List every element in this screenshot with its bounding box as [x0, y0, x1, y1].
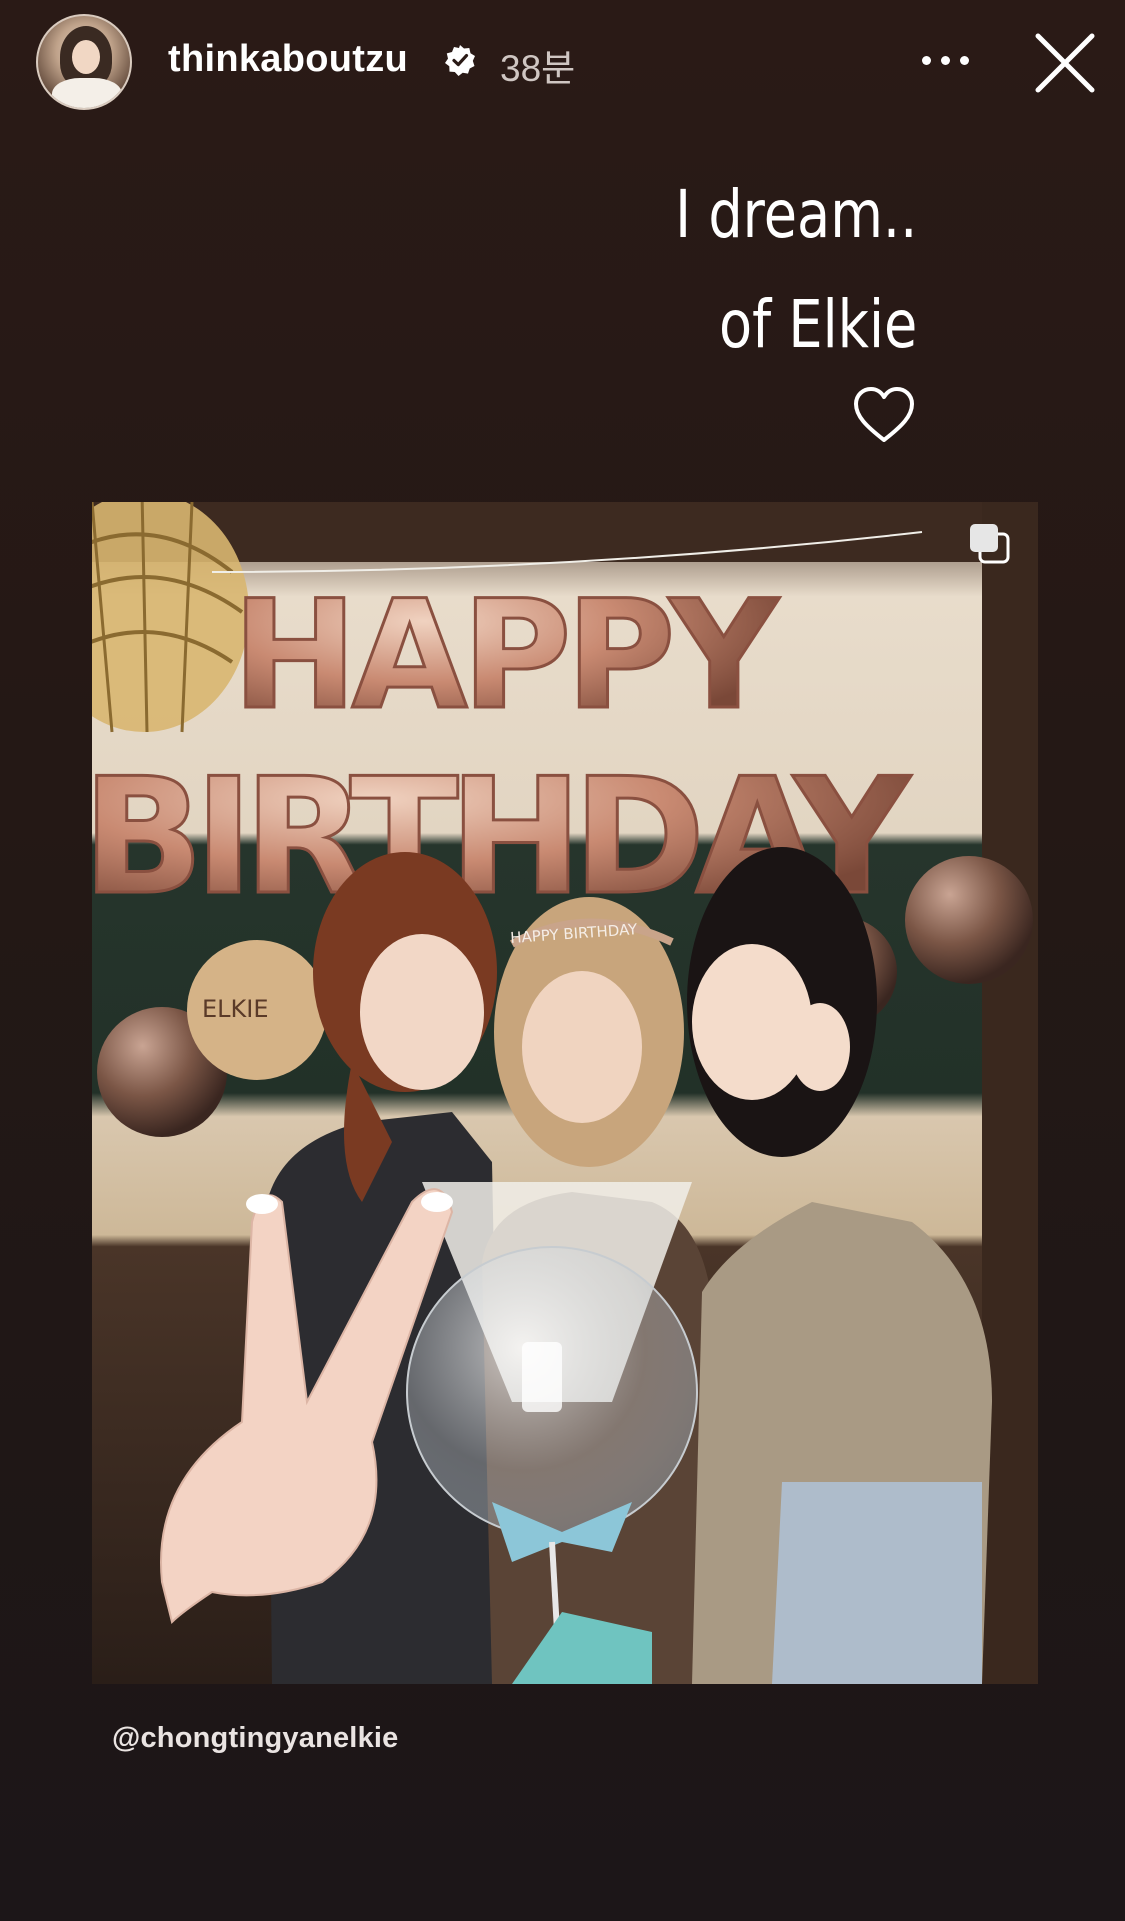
username[interactable]: thinkaboutzu	[168, 38, 408, 81]
post-timestamp: 38분	[500, 48, 576, 89]
balloon-elkie-label: ELKIE	[202, 995, 269, 1023]
mention-tag[interactable]: @chongtingyanelkie	[112, 1722, 398, 1755]
story-header: thinkaboutzu 38분	[0, 0, 1125, 124]
caption-line-1: I dream..	[674, 176, 917, 253]
more-options-icon[interactable]	[916, 40, 976, 80]
close-icon[interactable]	[1030, 28, 1100, 98]
caption-line-2: of Elkie	[718, 286, 917, 363]
birthday-photo-illustration: HAPPY BIRTHDAY ELKIE HAPPY BIRTHDAY	[92, 502, 1038, 1684]
story-viewer: thinkaboutzu 38분 I dream.. of Elkie HAPP…	[0, 0, 1125, 1921]
verified-badge-icon	[445, 45, 475, 76]
heart-icon	[854, 387, 914, 442]
story-caption: I dream.. of Elkie	[675, 160, 917, 380]
story-photo[interactable]: HAPPY BIRTHDAY ELKIE HAPPY BIRTHDAY	[92, 502, 1038, 1684]
balloon-text-happy: HAPPY	[232, 569, 780, 743]
profile-avatar[interactable]	[36, 14, 132, 110]
